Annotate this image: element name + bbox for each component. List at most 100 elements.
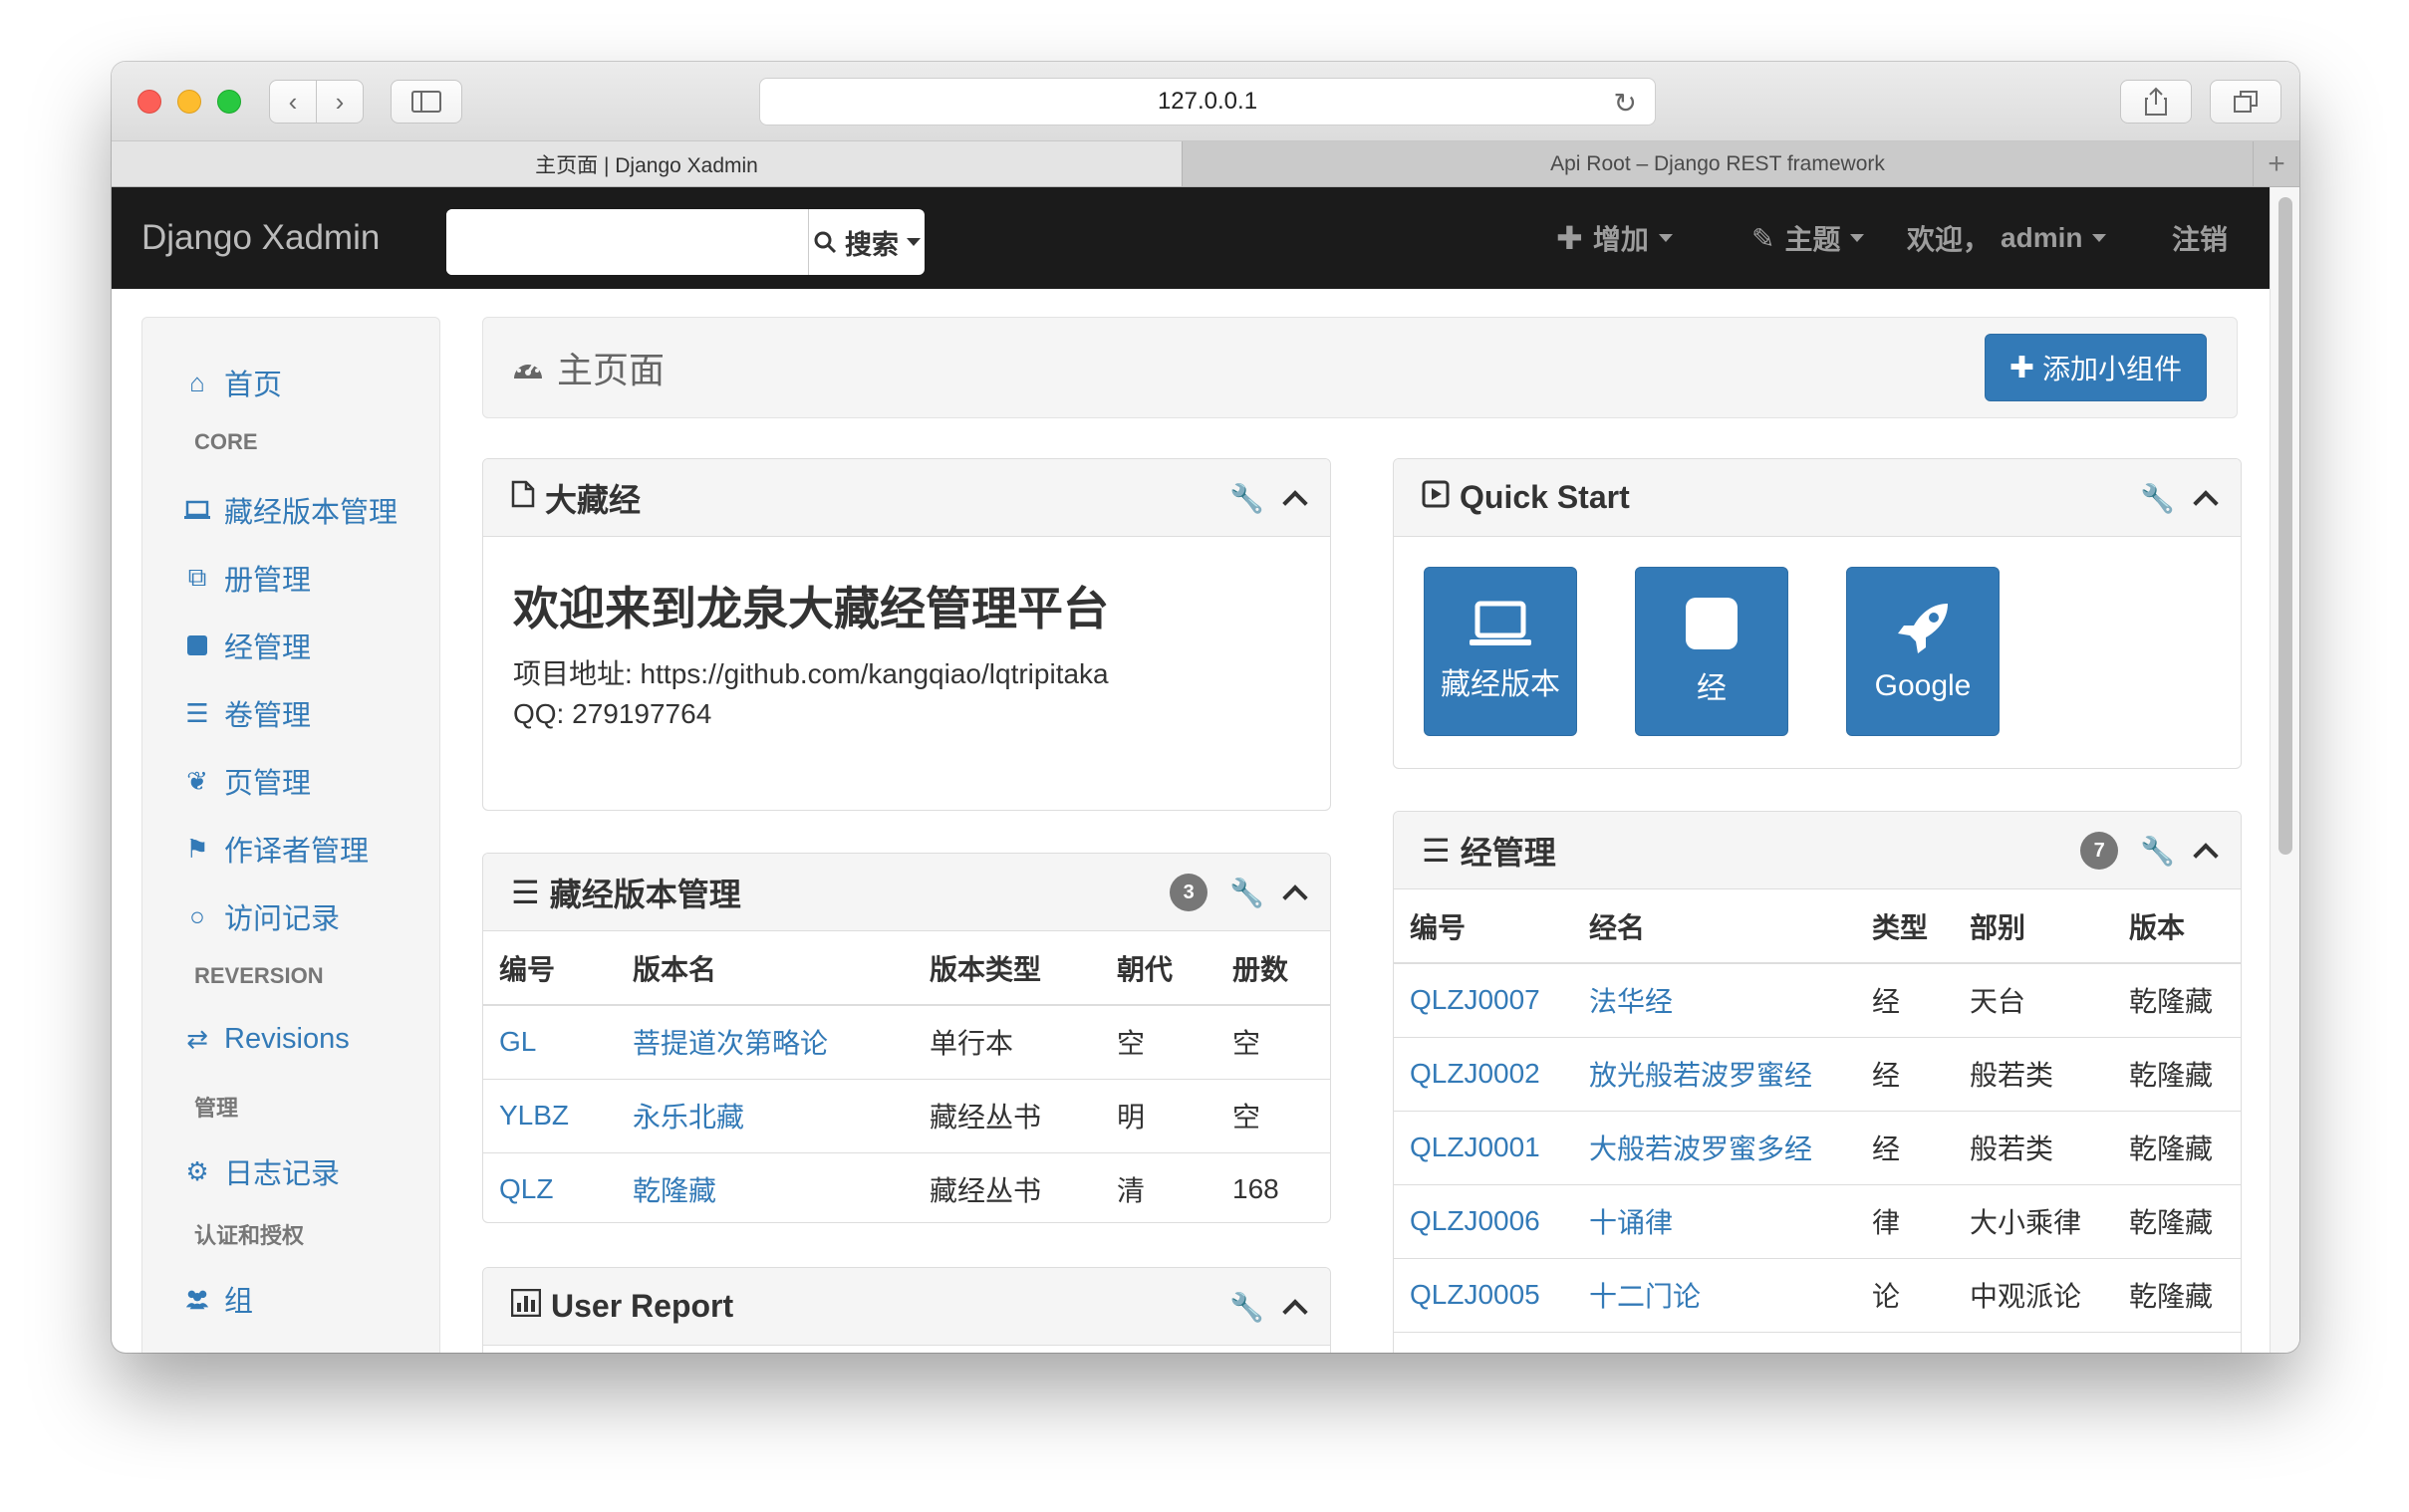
reload-icon[interactable]: ↻ bbox=[1614, 87, 1637, 120]
sidebar-item-sutras[interactable]: 经管理 bbox=[184, 625, 311, 666]
row-link[interactable]: 菩提道次第略论 bbox=[633, 1028, 828, 1059]
nav-user-menu[interactable]: 欢迎， admin bbox=[1907, 187, 2107, 289]
row-link[interactable]: QLZJ0007 bbox=[1410, 984, 1540, 1015]
panel-tools: 🔧 bbox=[1229, 1268, 1308, 1346]
panel-title-text: User Report bbox=[551, 1288, 734, 1324]
brand-logo[interactable]: Django Xadmin bbox=[141, 218, 380, 258]
tabs-overview-button[interactable] bbox=[2210, 80, 2281, 124]
search-input[interactable] bbox=[446, 209, 808, 275]
caret-down-icon bbox=[1850, 234, 1865, 242]
chevron-up-icon[interactable] bbox=[1282, 1299, 1308, 1325]
sidebar-item-home[interactable]: ⌂ 首页 bbox=[184, 362, 282, 403]
forward-button[interactable]: › bbox=[316, 80, 364, 124]
page-scrollbar[interactable] bbox=[2270, 187, 2299, 1353]
search-button[interactable]: 搜索 bbox=[808, 209, 925, 275]
sidebar-item-visits[interactable]: ○ 访问记录 bbox=[184, 895, 340, 937]
chevron-up-icon[interactable] bbox=[1282, 490, 1308, 516]
sidebar-item-users[interactable]: ● 用户 bbox=[184, 1346, 282, 1354]
table-cell: 十二门论 bbox=[1573, 1258, 1856, 1333]
tab-xadmin[interactable]: 主页面 | Django Xadmin bbox=[112, 141, 1183, 186]
quick-start-tile-sutras[interactable]: 经 bbox=[1635, 567, 1788, 736]
chevron-right-icon: › bbox=[335, 86, 345, 117]
row-link[interactable]: QLZJ0006 bbox=[1410, 1205, 1540, 1236]
minimize-window-button[interactable] bbox=[177, 90, 201, 114]
wrench-icon[interactable]: 🔧 bbox=[2140, 835, 2175, 868]
quick-start-tile-google[interactable]: Google bbox=[1846, 567, 2000, 736]
sidebar-item-editions[interactable]: 藏经版本管理 bbox=[184, 489, 398, 531]
row-link[interactable]: 乾隆藏 bbox=[633, 1175, 716, 1206]
list-icon: ☰ bbox=[185, 697, 209, 728]
column-header[interactable]: 版本类型 bbox=[914, 931, 1101, 1006]
leaf-icon: ❦ bbox=[186, 765, 208, 796]
table-cell: GL bbox=[483, 1005, 617, 1080]
sidebar-item-groups[interactable]: 组 bbox=[184, 1278, 253, 1320]
column-header[interactable]: 册数 bbox=[1216, 931, 1330, 1006]
sidebar-section-reversion: REVERSION bbox=[194, 963, 324, 988]
column-header[interactable]: 经名 bbox=[1573, 889, 1856, 964]
sidebar-item-pages[interactable]: ❦ 页管理 bbox=[184, 760, 311, 802]
sidebar-item-volumes[interactable]: ⧉ 册管理 bbox=[184, 557, 311, 599]
table-cell: 永乐北藏 bbox=[617, 1079, 914, 1153]
table-cell: QLZJ0001 bbox=[1394, 1111, 1573, 1185]
welcome-text: 欢迎， bbox=[1907, 224, 1992, 255]
add-widget-button[interactable]: ✚ 添加小组件 bbox=[1984, 334, 2207, 401]
row-link[interactable]: QLZJ0001 bbox=[1410, 1132, 1540, 1162]
panel-body: 欢迎来到龙泉大藏经管理平台 项目地址: https://github.com/k… bbox=[483, 537, 1330, 762]
column-header[interactable]: 部别 bbox=[1954, 889, 2113, 964]
table-cell: 乾隆藏 bbox=[2113, 1111, 2241, 1185]
row-link[interactable]: 放光般若波罗蜜经 bbox=[1589, 1060, 1812, 1091]
row-link[interactable]: GL bbox=[499, 1026, 536, 1057]
wrench-icon[interactable]: 🔧 bbox=[2140, 482, 2175, 515]
column-header[interactable]: 类型 bbox=[1856, 889, 1954, 964]
caret-down-icon bbox=[907, 238, 921, 246]
back-button[interactable]: ‹ bbox=[269, 80, 317, 124]
row-link[interactable]: 永乐北藏 bbox=[633, 1102, 744, 1133]
chevron-up-icon[interactable] bbox=[2193, 843, 2219, 869]
nav-add-menu[interactable]: ✚ 增加 bbox=[1556, 187, 1673, 289]
sidebar-item-authors[interactable]: ⚑ 作译者管理 bbox=[184, 828, 369, 870]
row-link[interactable]: QLZ bbox=[499, 1173, 553, 1204]
column-header[interactable]: 编号 bbox=[1394, 889, 1573, 964]
close-window-button[interactable] bbox=[137, 90, 161, 114]
browser-window: ‹ › 127.0.0.1 ↻ 主页面 | Django Xadmin Api … bbox=[112, 62, 2299, 1353]
sidebar-item-revisions[interactable]: ⇄ Revisions bbox=[184, 1023, 350, 1056]
wrench-icon[interactable]: 🔧 bbox=[1229, 877, 1264, 909]
sidebar-item-scrolls[interactable]: ☰ 卷管理 bbox=[184, 692, 311, 734]
wrench-icon[interactable]: 🔧 bbox=[1229, 482, 1264, 515]
tab-api-root[interactable]: Api Root – Django REST framework bbox=[1183, 141, 2254, 186]
nav-theme-menu[interactable]: ✎ 主题 bbox=[1751, 187, 1865, 289]
sidebar-toggle-button[interactable] bbox=[391, 80, 462, 124]
row-link[interactable]: 十诵律 bbox=[1589, 1207, 1673, 1238]
new-tab-button[interactable]: + bbox=[2254, 141, 2299, 186]
chevron-up-icon[interactable] bbox=[1282, 884, 1308, 910]
rocket-icon bbox=[1898, 604, 1948, 653]
row-link[interactable]: QLZJ0002 bbox=[1410, 1058, 1540, 1089]
table-cell: 放光般若波罗蜜经 bbox=[1573, 1037, 1856, 1112]
column-header[interactable]: 版本名 bbox=[617, 931, 914, 1006]
column-header[interactable]: 编号 bbox=[483, 931, 617, 1006]
address-bar[interactable]: 127.0.0.1 ↻ bbox=[759, 78, 1656, 126]
column-header[interactable]: 朝代 bbox=[1101, 931, 1216, 1006]
column-header[interactable]: 版本 bbox=[2113, 889, 2241, 964]
table-row: QLZJ0005 十二门论 论 中观派论 乾隆藏 bbox=[1394, 1258, 2241, 1333]
row-link[interactable]: 大般若波罗蜜多经 bbox=[1589, 1134, 1812, 1164]
row-link[interactable]: YLBZ bbox=[499, 1100, 569, 1131]
panel-header: Quick Start 🔧 bbox=[1394, 459, 2241, 537]
logout-link[interactable]: 注销 bbox=[2172, 187, 2228, 289]
row-link[interactable]: 十二门论 bbox=[1589, 1281, 1701, 1312]
zoom-window-button[interactable] bbox=[217, 90, 241, 114]
share-button[interactable] bbox=[2120, 80, 2192, 124]
list-icon: ☰ bbox=[1422, 832, 1451, 869]
row-link[interactable]: QLZJ0005 bbox=[1410, 1279, 1540, 1310]
chevron-up-icon[interactable] bbox=[2193, 490, 2219, 516]
table-cell: 乾隆藏 bbox=[2113, 1184, 2241, 1259]
row-link[interactable]: 法华经 bbox=[1589, 986, 1673, 1017]
table-cell: 空 bbox=[1216, 1005, 1330, 1080]
scrollbar-thumb[interactable] bbox=[2278, 197, 2292, 855]
sidebar-item-logs[interactable]: ⚙ 日志记录 bbox=[184, 1150, 340, 1192]
count-badge: 7 bbox=[2080, 832, 2119, 870]
quick-start-tile-editions[interactable]: 藏经版本 bbox=[1424, 567, 1577, 736]
table-cell: 经 bbox=[1856, 1111, 1954, 1185]
table-header-row: 编号 版本名 版本类型 朝代 册数 bbox=[483, 931, 1330, 1006]
wrench-icon[interactable]: 🔧 bbox=[1229, 1291, 1264, 1324]
